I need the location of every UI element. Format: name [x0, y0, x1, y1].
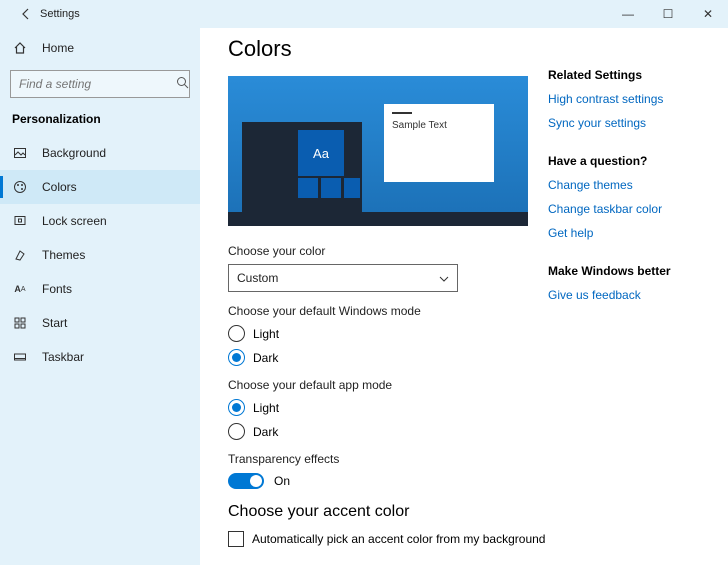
radio-label: Dark [253, 425, 278, 439]
sidebar-item-lock-screen[interactable]: Lock screen [0, 204, 200, 238]
windows-mode-light[interactable]: Light [228, 325, 548, 342]
close-button[interactable]: ✕ [688, 0, 728, 28]
preview-window: Sample Text [384, 104, 494, 182]
transparency-toggle[interactable] [228, 473, 264, 489]
checkbox-icon [228, 531, 244, 547]
sidebar-item-background[interactable]: Background [0, 136, 200, 170]
page-title: Colors [228, 36, 548, 62]
feedback-heading: Make Windows better [548, 264, 708, 278]
sidebar-item-label: Lock screen [42, 214, 107, 228]
radio-label: Dark [253, 351, 278, 365]
themes-icon [12, 247, 28, 263]
nav-home[interactable]: Home [0, 32, 200, 64]
sidebar-item-label: Taskbar [42, 350, 84, 364]
radio-icon [228, 399, 245, 416]
nav-home-label: Home [42, 41, 74, 55]
app-mode-dark[interactable]: Dark [228, 423, 548, 440]
app-mode-label: Choose your default app mode [228, 378, 548, 392]
link-give-feedback[interactable]: Give us feedback [548, 288, 708, 302]
preview-taskbar [228, 212, 528, 226]
related-settings-heading: Related Settings [548, 68, 708, 82]
radio-label: Light [253, 401, 279, 415]
preview-aa-tile: Aa [298, 130, 344, 176]
sidebar-item-label: Fonts [42, 282, 72, 296]
sidebar-item-fonts[interactable]: AA Fonts [0, 272, 200, 306]
radio-icon [228, 349, 245, 366]
main-content: Colors Aa Sample Text Choose your color … [228, 36, 548, 565]
accent-heading: Choose your accent color [228, 503, 548, 521]
color-mode-select[interactable]: Custom [228, 264, 458, 292]
windows-mode-label: Choose your default Windows mode [228, 304, 548, 318]
home-icon [12, 40, 28, 56]
preview-tile [344, 178, 360, 198]
sidebar-item-start[interactable]: Start [0, 306, 200, 340]
background-icon [12, 145, 28, 161]
choose-color-label: Choose your color [228, 244, 548, 258]
search-input[interactable] [19, 77, 176, 91]
sidebar-item-taskbar[interactable]: Taskbar [0, 340, 200, 374]
lock-screen-icon [12, 213, 28, 229]
sidebar-item-label: Colors [42, 180, 77, 194]
window-title: Settings [40, 8, 608, 20]
transparency-label: Transparency effects [228, 452, 548, 466]
sidebar: Home Personalization Background Colors L… [0, 28, 200, 565]
link-sync-settings[interactable]: Sync your settings [548, 116, 708, 130]
sidebar-section-title: Personalization [0, 108, 200, 136]
minimize-icon: — [622, 7, 634, 21]
app-mode-light[interactable]: Light [228, 399, 548, 416]
back-button[interactable] [12, 0, 40, 28]
windows-mode-dark[interactable]: Dark [228, 349, 548, 366]
radio-label: Light [253, 327, 279, 341]
close-icon: ✕ [703, 7, 713, 21]
link-high-contrast[interactable]: High contrast settings [548, 92, 708, 106]
link-change-taskbar-color[interactable]: Change taskbar color [548, 202, 708, 216]
preview-tile [321, 178, 341, 198]
radio-icon [228, 325, 245, 342]
maximize-icon: ☐ [663, 7, 674, 21]
maximize-button[interactable]: ☐ [648, 0, 688, 28]
sidebar-item-colors[interactable]: Colors [0, 170, 200, 204]
auto-accent-label: Automatically pick an accent color from … [252, 532, 545, 546]
link-get-help[interactable]: Get help [548, 226, 708, 240]
sidebar-item-label: Background [42, 146, 106, 160]
search-icon [176, 76, 189, 92]
minimize-button[interactable]: — [608, 0, 648, 28]
fonts-icon: AA [12, 281, 28, 297]
sidebar-item-label: Themes [42, 248, 85, 262]
right-panel: Related Settings High contrast settings … [548, 36, 708, 565]
color-mode-value: Custom [237, 271, 278, 285]
color-preview: Aa Sample Text [228, 76, 528, 226]
transparency-state: On [274, 474, 290, 488]
preview-sample-text: Sample Text [392, 120, 494, 131]
sidebar-item-label: Start [42, 316, 67, 330]
radio-icon [228, 423, 245, 440]
taskbar-icon [12, 349, 28, 365]
have-question-heading: Have a question? [548, 154, 708, 168]
chevron-down-icon [439, 271, 449, 285]
back-icon [20, 8, 32, 20]
sidebar-item-themes[interactable]: Themes [0, 238, 200, 272]
preview-tile [298, 178, 318, 198]
link-change-themes[interactable]: Change themes [548, 178, 708, 192]
search-box[interactable] [10, 70, 190, 98]
titlebar: Settings — ☐ ✕ [0, 0, 728, 28]
auto-accent-checkbox-row[interactable]: Automatically pick an accent color from … [228, 531, 548, 547]
colors-icon [12, 179, 28, 195]
start-icon [12, 315, 28, 331]
